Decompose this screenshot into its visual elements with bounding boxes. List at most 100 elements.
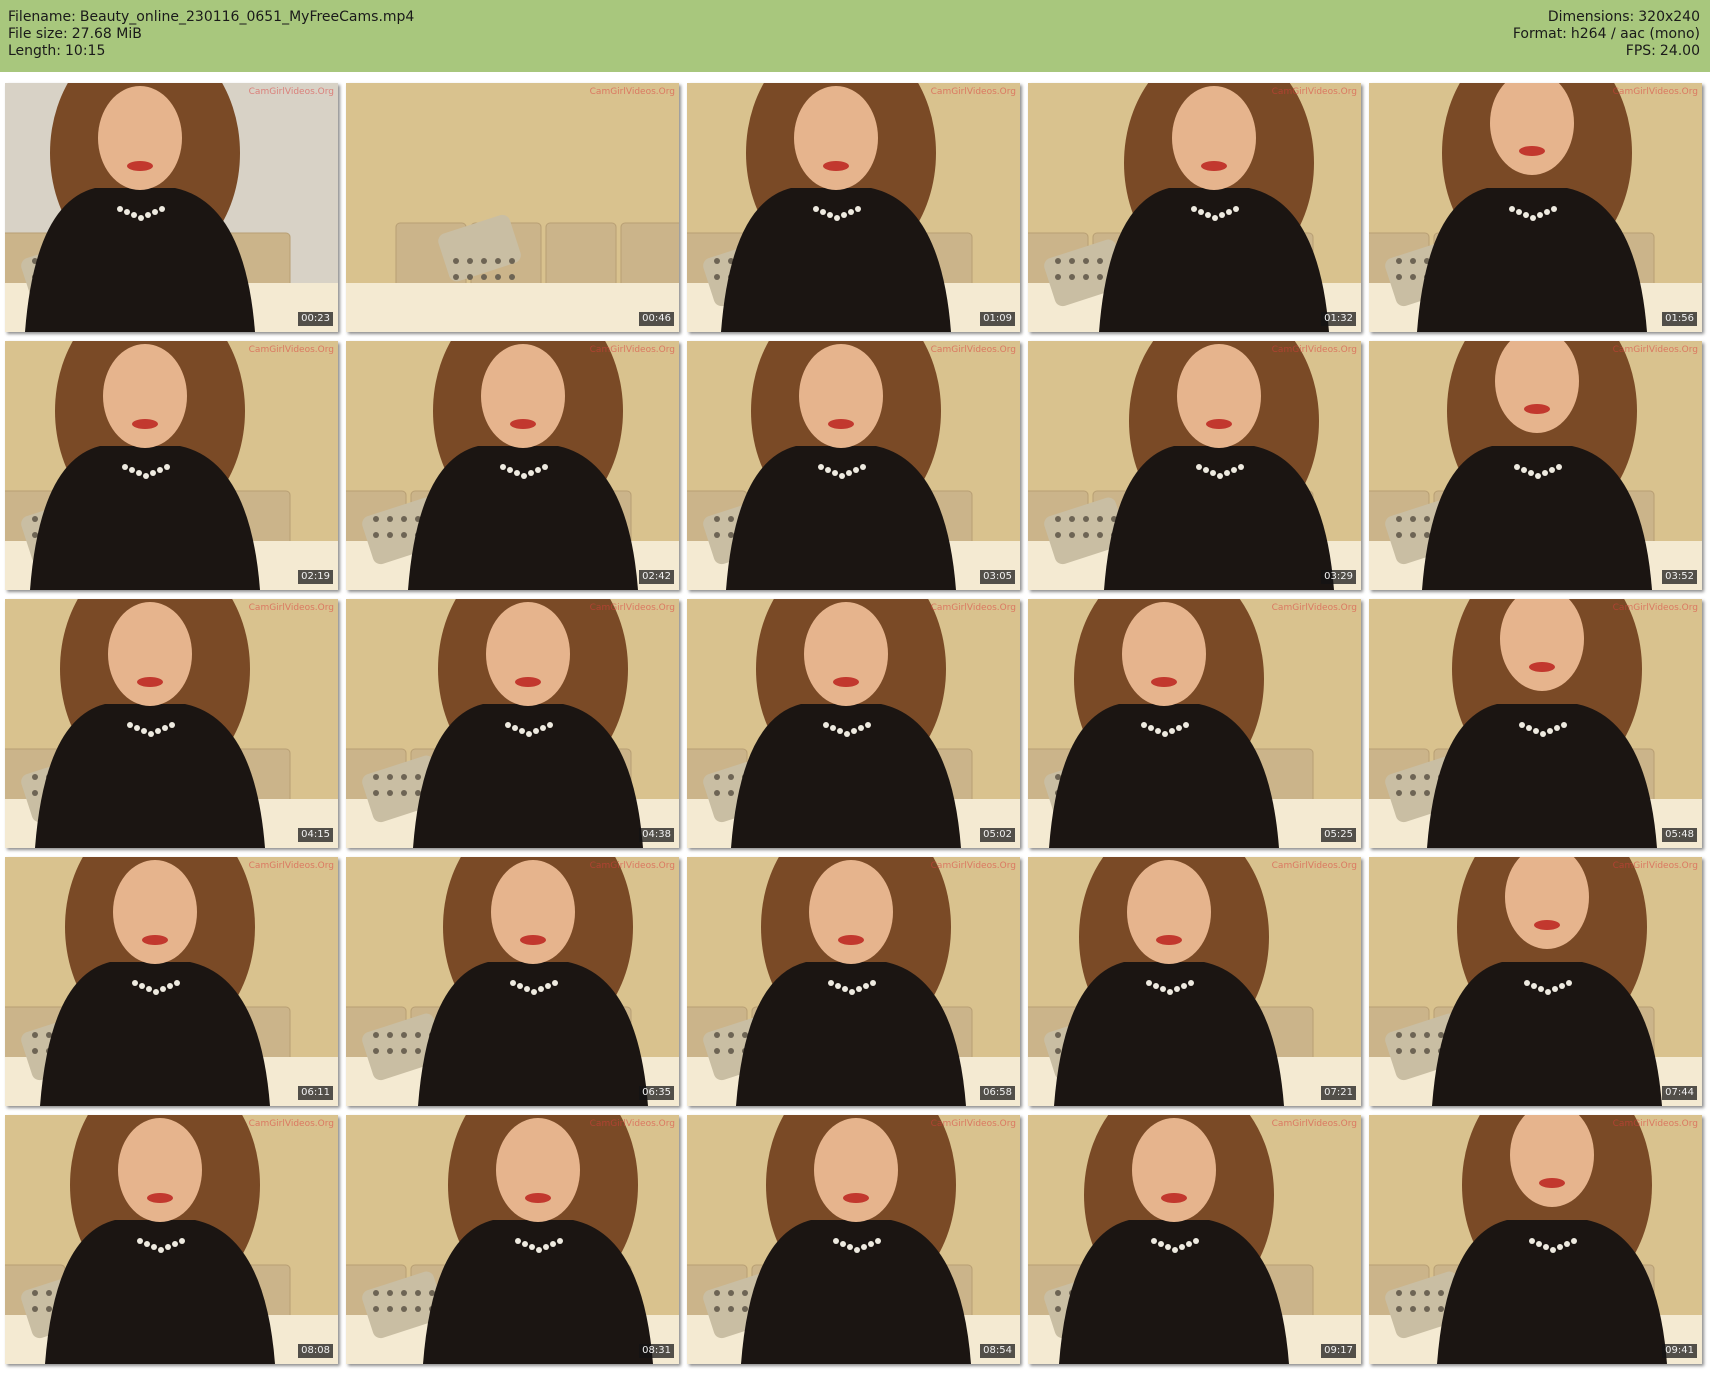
timestamp-label: 05:25 bbox=[1321, 828, 1356, 842]
file-info-header: Filename: Beauty_online_230116_0651_MyFre… bbox=[0, 0, 1710, 72]
timestamp-label: 04:38 bbox=[639, 828, 674, 842]
thumbnail-frame: CamGirlVideos.Org 04:38 bbox=[346, 599, 679, 848]
video-frame bbox=[5, 599, 338, 848]
thumbnail-frame: CamGirlVideos.Org 02:42 bbox=[346, 341, 679, 590]
video-frame bbox=[1369, 599, 1702, 848]
video-frame bbox=[687, 341, 1020, 590]
video-frame bbox=[687, 83, 1020, 332]
video-frame bbox=[1028, 83, 1361, 332]
thumbnail-frame: CamGirlVideos.Org 08:31 bbox=[346, 1115, 679, 1364]
watermark: CamGirlVideos.Org bbox=[1271, 87, 1357, 97]
format-label: Format: bbox=[1512, 26, 1567, 42]
watermark: CamGirlVideos.Org bbox=[1612, 861, 1698, 871]
thumbnail-frame: CamGirlVideos.Org 00:46 bbox=[346, 83, 679, 332]
format-line: Format: h264 / aac (mono) bbox=[1513, 26, 1700, 43]
video-frame bbox=[346, 83, 679, 332]
timestamp-label: 03:52 bbox=[1662, 570, 1697, 584]
watermark: CamGirlVideos.Org bbox=[248, 1119, 334, 1129]
video-frame bbox=[1028, 341, 1361, 590]
watermark: CamGirlVideos.Org bbox=[930, 345, 1016, 355]
watermark: CamGirlVideos.Org bbox=[589, 1119, 675, 1129]
video-frame bbox=[5, 1115, 338, 1364]
thumbnail-frame: CamGirlVideos.Org 03:05 bbox=[687, 341, 1020, 590]
timestamp-label: 01:09 bbox=[980, 312, 1015, 326]
timestamp-label: 02:42 bbox=[639, 570, 674, 584]
length-line: Length: 10:15 bbox=[8, 43, 414, 60]
thumbnail-frame: CamGirlVideos.Org 09:17 bbox=[1028, 1115, 1361, 1364]
timestamp-label: 09:17 bbox=[1321, 1344, 1356, 1358]
timestamp-label: 01:56 bbox=[1662, 312, 1697, 326]
video-frame bbox=[687, 1115, 1020, 1364]
timestamp-label: 07:21 bbox=[1321, 1086, 1356, 1100]
dimensions-label: Dimensions: bbox=[1547, 9, 1635, 25]
thumbnail-frame: CamGirlVideos.Org 05:25 bbox=[1028, 599, 1361, 848]
watermark: CamGirlVideos.Org bbox=[248, 87, 334, 97]
video-frame bbox=[1369, 857, 1702, 1106]
video-frame bbox=[346, 341, 679, 590]
fps-line: FPS: 24.00 bbox=[1513, 43, 1700, 60]
thumbnail-frame: CamGirlVideos.Org 02:19 bbox=[5, 341, 338, 590]
timestamp-label: 04:15 bbox=[298, 828, 333, 842]
watermark: CamGirlVideos.Org bbox=[248, 345, 334, 355]
thumbnail-frame: CamGirlVideos.Org 01:32 bbox=[1028, 83, 1361, 332]
watermark: CamGirlVideos.Org bbox=[248, 603, 334, 613]
thumbnail-frame: CamGirlVideos.Org 05:48 bbox=[1369, 599, 1702, 848]
video-frame bbox=[1369, 83, 1702, 332]
timestamp-label: 02:19 bbox=[298, 570, 333, 584]
video-frame bbox=[5, 83, 338, 332]
timestamp-label: 08:54 bbox=[980, 1344, 1015, 1358]
video-frame bbox=[1028, 1115, 1361, 1364]
filename-line: Filename: Beauty_online_230116_0651_MyFre… bbox=[8, 9, 414, 26]
timestamp-label: 03:29 bbox=[1321, 570, 1356, 584]
watermark: CamGirlVideos.Org bbox=[1612, 1119, 1698, 1129]
timestamp-label: 09:41 bbox=[1662, 1344, 1697, 1358]
thumbnail-frame: CamGirlVideos.Org 01:09 bbox=[687, 83, 1020, 332]
timestamp-label: 06:58 bbox=[980, 1086, 1015, 1100]
watermark: CamGirlVideos.Org bbox=[589, 861, 675, 871]
thumbnail-grid: CamGirlVideos.Org 00:23 CamGirlVideos.Org 0… bbox=[0, 72, 1710, 1373]
timestamp-label: 05:02 bbox=[980, 828, 1015, 842]
video-frame bbox=[1369, 341, 1702, 590]
video-frame bbox=[346, 857, 679, 1106]
watermark: CamGirlVideos.Org bbox=[1612, 87, 1698, 97]
thumbnail-frame: CamGirlVideos.Org 00:23 bbox=[5, 83, 338, 332]
timestamp-label: 03:05 bbox=[980, 570, 1015, 584]
timestamp-label: 01:32 bbox=[1321, 312, 1356, 326]
watermark: CamGirlVideos.Org bbox=[930, 1119, 1016, 1129]
thumbnail-frame: CamGirlVideos.Org 09:41 bbox=[1369, 1115, 1702, 1364]
length-label: Length: bbox=[8, 43, 62, 59]
file-info-left: Filename: Beauty_online_230116_0651_MyFre… bbox=[8, 9, 414, 60]
watermark: CamGirlVideos.Org bbox=[1271, 861, 1357, 871]
thumbnail-frame: CamGirlVideos.Org 04:15 bbox=[5, 599, 338, 848]
timestamp-label: 06:11 bbox=[298, 1086, 333, 1100]
timestamp-label: 07:44 bbox=[1662, 1086, 1697, 1100]
thumbnail-frame: CamGirlVideos.Org 03:52 bbox=[1369, 341, 1702, 590]
watermark: CamGirlVideos.Org bbox=[1271, 603, 1357, 613]
thumbnail-frame: CamGirlVideos.Org 06:11 bbox=[5, 857, 338, 1106]
thumbnail-frame: CamGirlVideos.Org 07:21 bbox=[1028, 857, 1361, 1106]
watermark: CamGirlVideos.Org bbox=[1612, 603, 1698, 613]
dimensions-value: 320x240 bbox=[1638, 9, 1700, 25]
video-frame bbox=[346, 1115, 679, 1364]
thumbnail-frame: CamGirlVideos.Org 08:54 bbox=[687, 1115, 1020, 1364]
watermark: CamGirlVideos.Org bbox=[1271, 345, 1357, 355]
video-frame bbox=[687, 599, 1020, 848]
video-frame bbox=[687, 857, 1020, 1106]
dimensions-line: Dimensions: 320x240 bbox=[1513, 9, 1700, 26]
video-frame bbox=[5, 857, 338, 1106]
watermark: CamGirlVideos.Org bbox=[589, 87, 675, 97]
watermark: CamGirlVideos.Org bbox=[930, 861, 1016, 871]
filesize-line: File size: 27.68 MiB bbox=[8, 26, 414, 43]
watermark: CamGirlVideos.Org bbox=[1612, 345, 1698, 355]
fps-label: FPS: bbox=[1625, 43, 1656, 59]
watermark: CamGirlVideos.Org bbox=[589, 345, 675, 355]
video-frame bbox=[5, 341, 338, 590]
timestamp-label: 00:46 bbox=[639, 312, 674, 326]
timestamp-label: 00:23 bbox=[298, 312, 333, 326]
video-frame bbox=[1028, 599, 1361, 848]
thumbnail-frame: CamGirlVideos.Org 01:56 bbox=[1369, 83, 1702, 332]
format-value: h264 / aac (mono) bbox=[1570, 26, 1700, 42]
watermark: CamGirlVideos.Org bbox=[248, 861, 334, 871]
filesize-value: 27.68 MiB bbox=[71, 26, 142, 42]
thumbnail-frame: CamGirlVideos.Org 07:44 bbox=[1369, 857, 1702, 1106]
